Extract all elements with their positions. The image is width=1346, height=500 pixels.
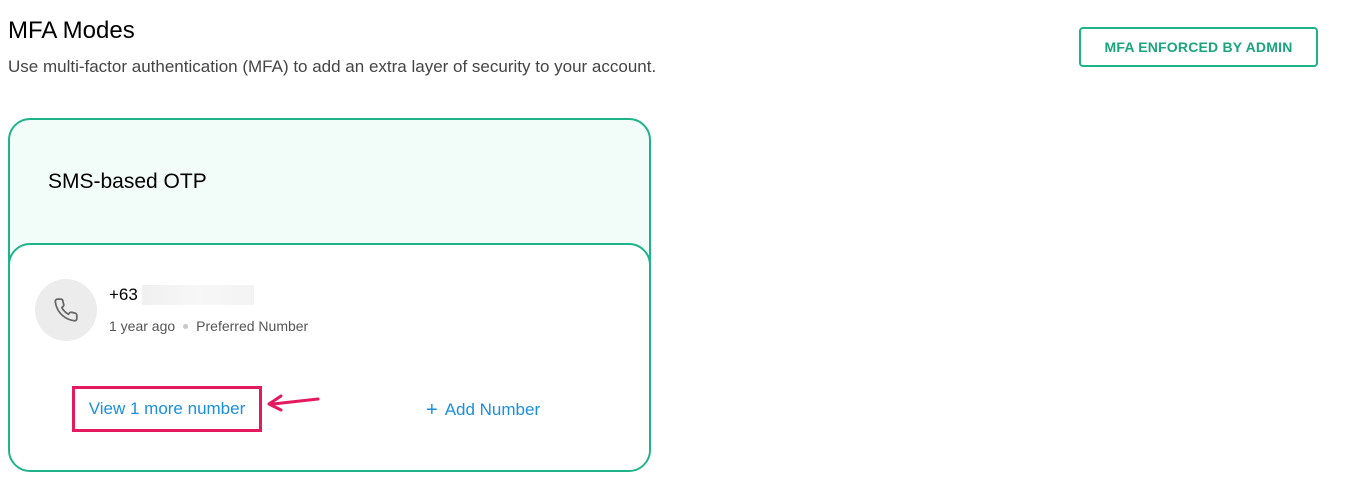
phone-meta: 1 year ago Preferred Number (109, 318, 308, 334)
phone-added-time: 1 year ago (109, 318, 176, 334)
page-title: MFA Modes (8, 17, 135, 44)
mfa-enforced-badge: MFA ENFORCED BY ADMIN (1079, 27, 1318, 67)
meta-separator-dot (183, 323, 189, 329)
phone-avatar (35, 279, 97, 341)
view-more-numbers-link[interactable]: View 1 more number (89, 399, 246, 419)
phone-number-redacted (141, 285, 254, 305)
add-number-label: Add Number (444, 400, 541, 419)
page-subtitle: Use multi-factor authentication (MFA) to… (8, 57, 657, 76)
card-title: SMS-based OTP (48, 170, 207, 193)
phone-prefix: +63 (109, 285, 138, 304)
plus-icon: + (426, 399, 438, 421)
view-more-highlight-box: View 1 more number (72, 386, 262, 432)
sms-otp-card: SMS-based OTP +63 1 year ago Preferred N… (8, 118, 651, 472)
phone-details-panel: +63 1 year ago Preferred Number View 1 m… (10, 243, 649, 470)
add-number-button[interactable]: + Add Number (426, 400, 540, 420)
phone-icon (54, 298, 78, 322)
annotation-arrow-icon (267, 394, 320, 412)
preferred-number-label: Preferred Number (196, 318, 309, 334)
phone-number: +63 (109, 285, 254, 305)
